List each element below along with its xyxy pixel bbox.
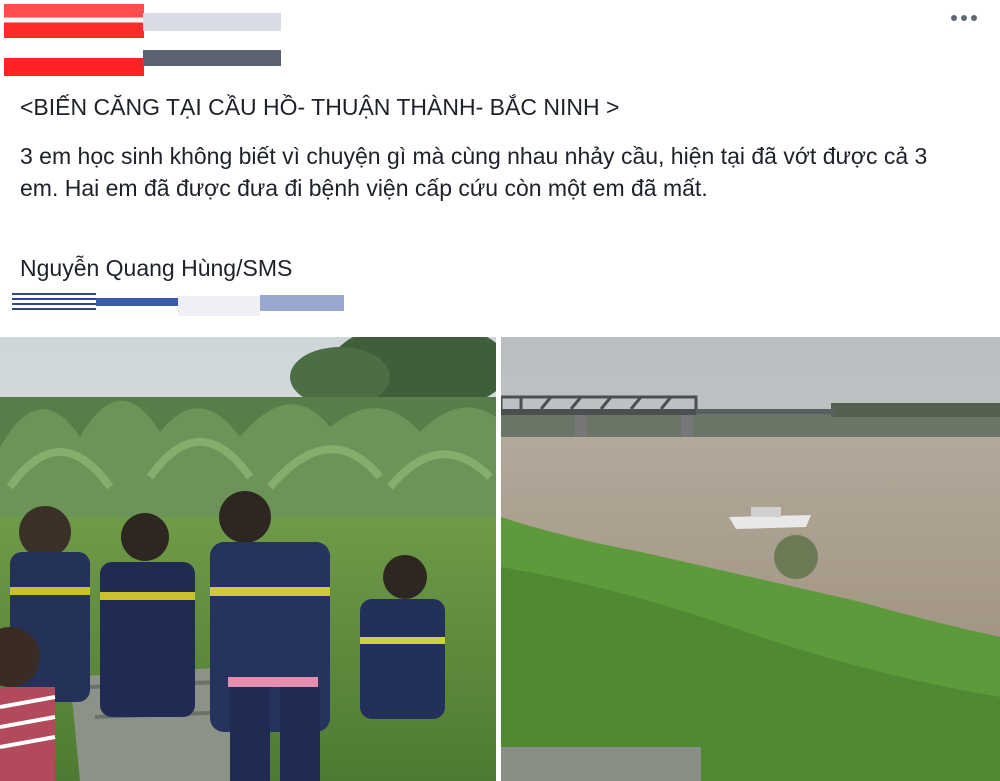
redacted-link-3[interactable] <box>178 296 260 316</box>
facebook-post: <BIẾN CĂNG TẠI CẦU HỒ- THUẬN THÀNH- BẮC … <box>0 0 1000 781</box>
river-bridge-photo[interactable] <box>501 337 1000 781</box>
redacted-link-1[interactable] <box>12 293 96 313</box>
redacted-avatar[interactable] <box>4 4 144 38</box>
redacted-link-4[interactable] <box>260 295 344 311</box>
post-title: <BIẾN CĂNG TẠI CẦU HỒ- THUẬN THÀNH- BẮC … <box>20 94 620 120</box>
rescue-workers-photo[interactable] <box>0 337 496 781</box>
redacted-author-avatar-lower <box>4 46 144 76</box>
more-options-button[interactable] <box>944 6 984 30</box>
redacted-link-2[interactable] <box>96 298 178 306</box>
redacted-author-name[interactable] <box>143 13 281 31</box>
redacted-post-meta <box>143 50 281 66</box>
more-horizontal-icon <box>951 15 957 21</box>
post-body-text: 3 em học sinh không biết vì chuyện gì mà… <box>20 143 928 201</box>
post-credit: Nguyễn Quang Hùng/SMS <box>20 255 293 281</box>
